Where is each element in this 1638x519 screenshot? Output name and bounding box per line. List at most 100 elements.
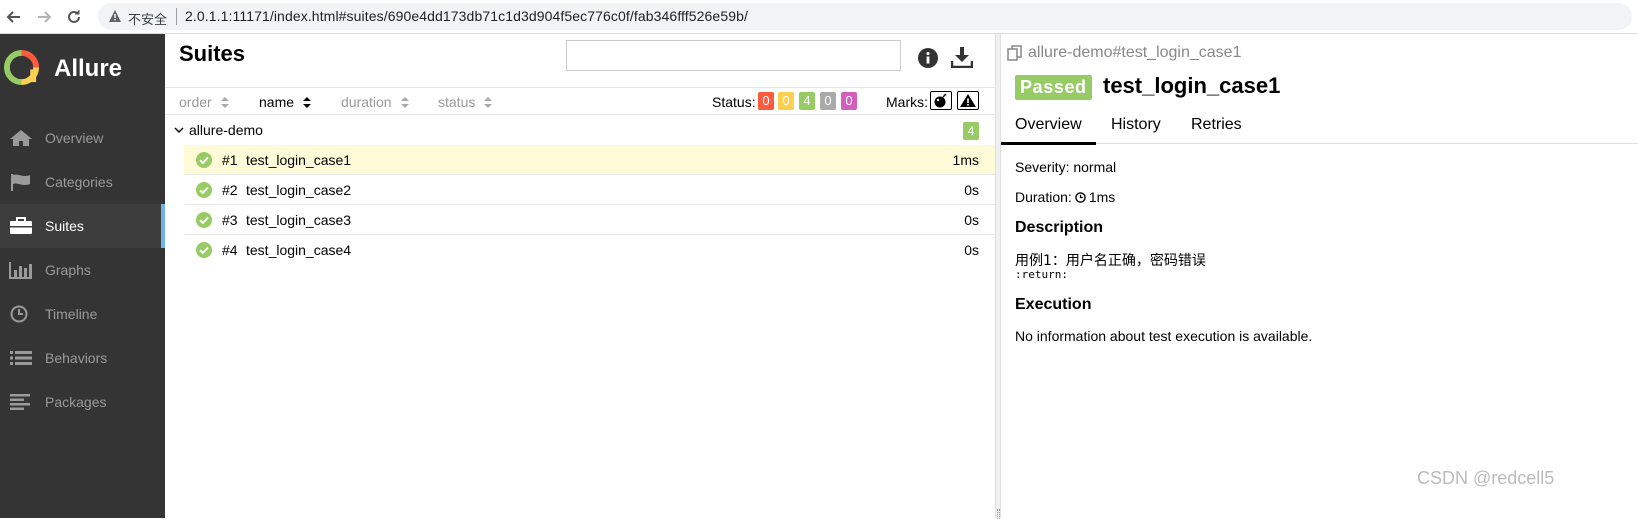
- list-icon: [10, 351, 32, 365]
- status-filter-label: Status:: [712, 94, 756, 110]
- duration-label: Duration:: [1015, 189, 1072, 205]
- sort-order[interactable]: order: [179, 94, 229, 110]
- table-row[interactable]: #1 test_login_case1 1ms: [184, 145, 995, 175]
- sidebar-item-label: Timeline: [45, 306, 98, 322]
- sort-name[interactable]: name: [259, 94, 312, 110]
- sort-icon: [400, 96, 409, 108]
- description-code: :return:: [1015, 268, 1068, 281]
- suite-group[interactable]: allure-demo 4: [165, 117, 995, 145]
- clock-icon: [10, 305, 28, 323]
- test-duration: 1ms: [952, 152, 979, 168]
- browser-toolbar: 不安全 2.0.1.1:11171/index.html#suites/690e…: [0, 0, 1638, 34]
- execution-empty-text: No information about test execution is a…: [1015, 328, 1313, 344]
- briefcase-icon: [10, 217, 32, 234]
- check-circle-icon: [196, 182, 212, 198]
- tab-overview[interactable]: Overview: [1001, 116, 1096, 145]
- status-skipped-toggle[interactable]: 0: [820, 92, 836, 110]
- arrow-right-icon: [38, 11, 52, 23]
- sidebar-item-timeline[interactable]: Timeline: [0, 292, 165, 336]
- sort-duration[interactable]: duration: [341, 94, 409, 110]
- test-title: test_login_case1: [1103, 73, 1281, 98]
- severity-text: Severity: normal: [1015, 159, 1117, 175]
- sidebar-item-overview[interactable]: Overview: [0, 116, 165, 160]
- sidebar-item-label: Suites: [45, 218, 84, 234]
- execution-heading: Execution: [1015, 296, 1092, 313]
- sort-bar: order name duration status Status: 0 0 4…: [165, 87, 995, 115]
- flaky-mark-toggle[interactable]: [930, 91, 952, 110]
- test-detail-pane: allure-demo#test_login_case1 Passed test…: [1001, 34, 1638, 518]
- status-failed-toggle[interactable]: 0: [758, 92, 774, 110]
- watermark: CSDN @redcell5: [1417, 468, 1555, 488]
- duration-row: Duration: 1ms: [1015, 189, 1115, 205]
- align-left-icon: [10, 394, 30, 410]
- address-separator: [176, 8, 177, 25]
- sidebar-item-packages[interactable]: Packages: [0, 380, 165, 424]
- sidebar-item-label: Categories: [45, 174, 113, 190]
- marks-filter-label: Marks:: [886, 94, 928, 110]
- warning-icon: [109, 10, 121, 22]
- download-icon[interactable]: [951, 46, 973, 68]
- reload-icon: [68, 10, 80, 23]
- copy-icon[interactable]: [1007, 45, 1023, 61]
- sidebar-item-graphs[interactable]: Graphs: [0, 248, 165, 292]
- sort-icon: [484, 96, 493, 108]
- test-name: test_login_case4: [246, 242, 352, 258]
- status-broken-toggle[interactable]: 0: [778, 92, 794, 110]
- description-text: 用例1：用户名正确，密码错误: [1015, 253, 1206, 269]
- sidebar-item-categories[interactable]: Categories: [0, 160, 165, 204]
- duration-value: 1ms: [1088, 189, 1116, 205]
- table-row[interactable]: #3 test_login_case3 0s: [184, 205, 995, 235]
- bomb-icon: [934, 93, 947, 108]
- test-duration: 0s: [964, 212, 979, 228]
- sort-icon: [220, 96, 229, 108]
- sort-label: name: [259, 94, 295, 110]
- test-number: #2: [222, 182, 238, 198]
- security-label: 不安全: [128, 12, 168, 27]
- status-passed-toggle[interactable]: 4: [799, 92, 815, 110]
- tab-retries[interactable]: Retries: [1191, 116, 1242, 144]
- sidebar-item-label: Graphs: [45, 262, 91, 278]
- table-row[interactable]: #2 test_login_case2 0s: [184, 175, 995, 205]
- sidebar-item-suites[interactable]: Suites: [0, 204, 165, 248]
- url-text[interactable]: 2.0.1.1:11171/index.html#suites/690e4dd1…: [185, 8, 748, 24]
- brand-name: Allure: [54, 55, 123, 82]
- bar-chart-icon: [9, 262, 32, 279]
- suite-group-count: 4: [963, 122, 979, 140]
- sidebar-item-label: Overview: [45, 130, 104, 146]
- warning-icon: [960, 94, 976, 107]
- status-badge: Passed: [1015, 75, 1092, 100]
- new-failed-mark-toggle[interactable]: [957, 91, 979, 110]
- table-row[interactable]: #4 test_login_case4 0s: [184, 235, 995, 265]
- check-circle-icon: [196, 212, 212, 228]
- sidebar-item-label: Behaviors: [45, 350, 108, 366]
- info-icon[interactable]: [918, 48, 938, 68]
- sort-label: order: [179, 94, 212, 110]
- suite-group-name: allure-demo: [189, 122, 263, 138]
- check-circle-icon: [196, 152, 212, 168]
- sidebar-item-behaviors[interactable]: Behaviors: [0, 336, 165, 380]
- sidebar-item-label: Packages: [45, 394, 107, 410]
- test-duration: 0s: [964, 182, 979, 198]
- page-title: Suites: [179, 41, 246, 66]
- test-name: test_login_case2: [246, 182, 352, 198]
- test-name: test_login_case1: [246, 152, 352, 168]
- breadcrumb[interactable]: allure-demo#test_login_case1: [1028, 44, 1241, 62]
- forward-button[interactable]: [34, 7, 54, 27]
- status-unknown-toggle[interactable]: 0: [841, 92, 857, 110]
- brand[interactable]: Allure: [0, 34, 165, 100]
- address-bar[interactable]: 不安全 2.0.1.1:11171/index.html#suites/690e…: [98, 3, 1632, 30]
- test-number: #1: [222, 152, 238, 168]
- sort-label: duration: [341, 94, 392, 110]
- test-number: #4: [222, 242, 238, 258]
- reload-button[interactable]: [64, 7, 84, 27]
- search-input[interactable]: [566, 40, 901, 71]
- sort-status[interactable]: status: [438, 94, 493, 110]
- test-name: test_login_case3: [246, 212, 352, 228]
- description-heading: Description: [1015, 219, 1104, 236]
- home-icon: [10, 130, 32, 146]
- sort-label: status: [438, 94, 476, 110]
- back-button[interactable]: [4, 7, 24, 27]
- tab-history[interactable]: History: [1111, 116, 1161, 144]
- arrow-left-icon: [6, 11, 20, 23]
- sort-icon: [303, 96, 312, 108]
